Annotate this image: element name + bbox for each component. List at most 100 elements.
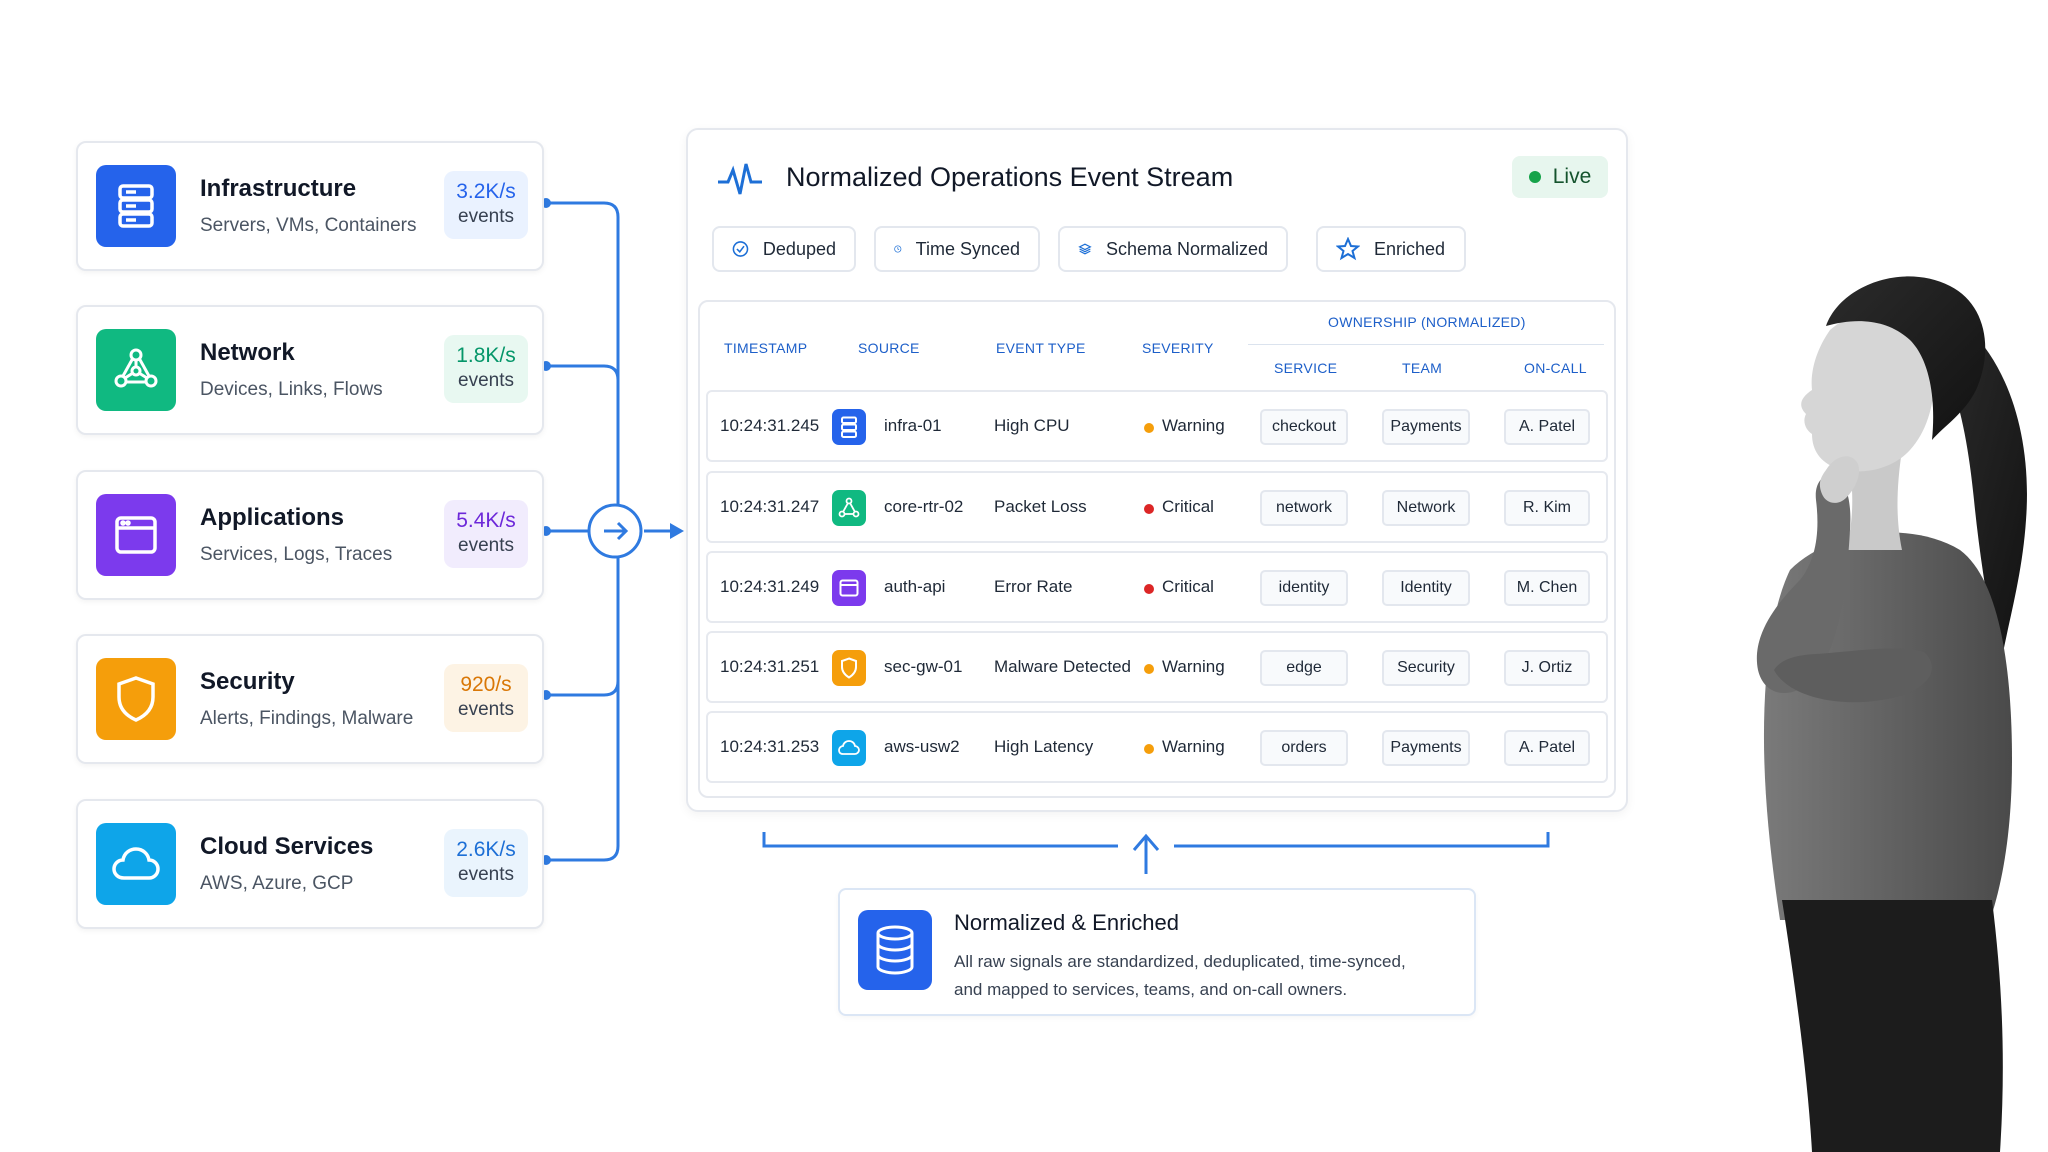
rate-value: 3.2K/s (456, 180, 516, 203)
rate-value: 920/s (460, 673, 512, 696)
column-header-source: SOURCE (858, 340, 920, 356)
cell-source: sec-gw-01 (884, 657, 963, 676)
cell-timestamp: 10:24:31.251 (720, 657, 820, 676)
clock-icon (894, 245, 902, 253)
column-header-ownership: OWNERSHIP (NORMALIZED) (1328, 314, 1526, 330)
rate-badge: 3.2K/s events (444, 171, 528, 239)
star-icon (1336, 237, 1360, 261)
cell-service: network (1260, 490, 1348, 526)
rate-value: 1.8K/s (456, 344, 516, 367)
rate-badge: 1.8K/s events (444, 335, 528, 403)
column-header-event-type: EVENT TYPE (996, 340, 1086, 356)
cell-timestamp: 10:24:31.253 (720, 737, 820, 756)
rate-badge: 5.4K/s events (444, 500, 528, 568)
live-dot-icon (1528, 171, 1541, 183)
result-description: All raw signals are standardized, dedupl… (954, 952, 1406, 999)
cell-oncall: A. Patel (1504, 409, 1590, 445)
cell-team: Network (1382, 490, 1470, 526)
chip-enriched[interactable]: Enriched (1316, 226, 1466, 272)
source-subtitle: Alerts, Findings, Malware (200, 708, 414, 729)
rate-unit: events (458, 699, 514, 720)
column-header-team: TEAM (1402, 360, 1443, 376)
rate-unit: events (458, 864, 514, 885)
table-row[interactable]: 10:24:31.245 infra-01 High CPU Warning c… (706, 390, 1608, 462)
table-row[interactable]: 10:24:31.247 core-rtr-02 Packet Loss Cri… (706, 471, 1608, 543)
table-row[interactable]: 10:24:31.249 auth-api Error Rate Critica… (706, 551, 1608, 623)
cell-source: infra-01 (884, 416, 942, 435)
severity-dot-icon (1144, 423, 1154, 433)
ownership-divider (1248, 344, 1604, 345)
cell-severity: Warning (1162, 657, 1225, 676)
source-card-applications[interactable]: Applications Services, Logs, Traces 5.4K… (76, 470, 544, 600)
cell-severity: Critical (1162, 497, 1214, 516)
live-label: Live (1552, 165, 1592, 188)
cell-timestamp: 10:24:31.249 (720, 577, 820, 596)
source-card-infrastructure[interactable]: Infrastructure Servers, VMs, Containers … (76, 141, 544, 271)
normalized-enriched-card: Normalized & Enriched All raw signals ar… (838, 888, 1476, 1016)
source-card-cloud-services[interactable]: Cloud Services AWS, Azure, GCP 2.6K/s ev… (76, 799, 544, 929)
event-table: TIMESTAMP SOURCE EVENT TYPE SEVERITY OWN… (698, 300, 1616, 798)
cell-oncall: R. Kim (1504, 490, 1590, 526)
rate-unit: events (458, 535, 514, 556)
cell-team: Payments (1382, 730, 1470, 766)
source-subtitle: AWS, Azure, GCP (200, 873, 354, 894)
cell-timestamp: 10:24:31.247 (720, 497, 820, 516)
cell-severity: Critical (1162, 577, 1214, 596)
cell-service: identity (1260, 570, 1348, 606)
source-card-network[interactable]: Network Devices, Links, Flows 1.8K/s eve… (76, 305, 544, 435)
server-icon (832, 409, 866, 445)
chip-time-synced[interactable]: Time Synced (874, 226, 1040, 272)
source-title: Security (200, 668, 295, 695)
source-title: Network (200, 339, 295, 366)
source-card-security[interactable]: Security Alerts, Findings, Malware 920/s… (76, 634, 544, 764)
cell-source: core-rtr-02 (884, 497, 964, 516)
severity-dot-icon (1144, 744, 1154, 754)
source-subtitle: Devices, Links, Flows (200, 379, 383, 400)
server-icon (96, 165, 176, 247)
cell-event-type: High CPU (994, 416, 1070, 435)
source-title: Cloud Services (200, 833, 374, 860)
cell-severity: Warning (1162, 416, 1225, 435)
cell-event-type: Malware Detected (994, 657, 1132, 676)
rate-badge: 920/s events (444, 664, 528, 732)
source-title: Infrastructure (200, 175, 357, 202)
live-status-badge[interactable]: Live (1512, 156, 1608, 198)
rate-value: 5.4K/s (456, 509, 516, 532)
cell-team: Identity (1382, 570, 1470, 606)
cell-oncall: J. Ortiz (1504, 650, 1590, 686)
chip-label: Schema Normalized (1105, 238, 1268, 259)
cell-severity: Warning (1162, 737, 1225, 756)
chip-label: Deduped (762, 238, 836, 259)
network-icon (96, 329, 176, 411)
severity-dot-icon (1144, 664, 1154, 674)
table-row[interactable]: 10:24:31.253 aws-usw2 High Latency Warni… (706, 711, 1608, 783)
cell-source: auth-api (884, 577, 946, 596)
cell-oncall: A. Patel (1504, 730, 1590, 766)
shield-icon (832, 650, 866, 686)
table-row[interactable]: 10:24:31.251 sec-gw-01 Malware Detected … (706, 631, 1608, 703)
cell-event-type: Packet Loss (994, 497, 1087, 516)
cell-team: Security (1382, 650, 1470, 686)
severity-dot-icon (1144, 504, 1154, 514)
rate-badge: 2.6K/s events (444, 829, 528, 897)
panel-title: Normalized Operations Event Stream (786, 162, 1234, 192)
cell-service: edge (1260, 650, 1348, 686)
cell-service: orders (1260, 730, 1348, 766)
source-title: Applications (200, 504, 345, 531)
chip-schema-normalized[interactable]: Schema Normalized (1058, 226, 1288, 272)
result-title: Normalized & Enriched (954, 910, 1179, 935)
cell-timestamp: 10:24:31.245 (720, 416, 820, 435)
shield-icon (96, 658, 176, 740)
event-stream-panel: Normalized Operations Event Stream Live … (686, 128, 1628, 812)
cell-event-type: High Latency (994, 737, 1094, 756)
layers-icon (1078, 243, 1092, 255)
chip-label: Time Synced (915, 238, 1020, 259)
cloud-icon (832, 730, 866, 766)
rate-value: 2.6K/s (456, 838, 516, 861)
thinking-person-illustration (1756, 276, 2027, 1152)
network-icon (832, 490, 866, 526)
rate-unit: events (458, 206, 514, 227)
cell-oncall: M. Chen (1504, 570, 1590, 606)
column-header-severity: SEVERITY (1142, 340, 1214, 356)
chip-deduped[interactable]: Deduped (712, 226, 856, 272)
